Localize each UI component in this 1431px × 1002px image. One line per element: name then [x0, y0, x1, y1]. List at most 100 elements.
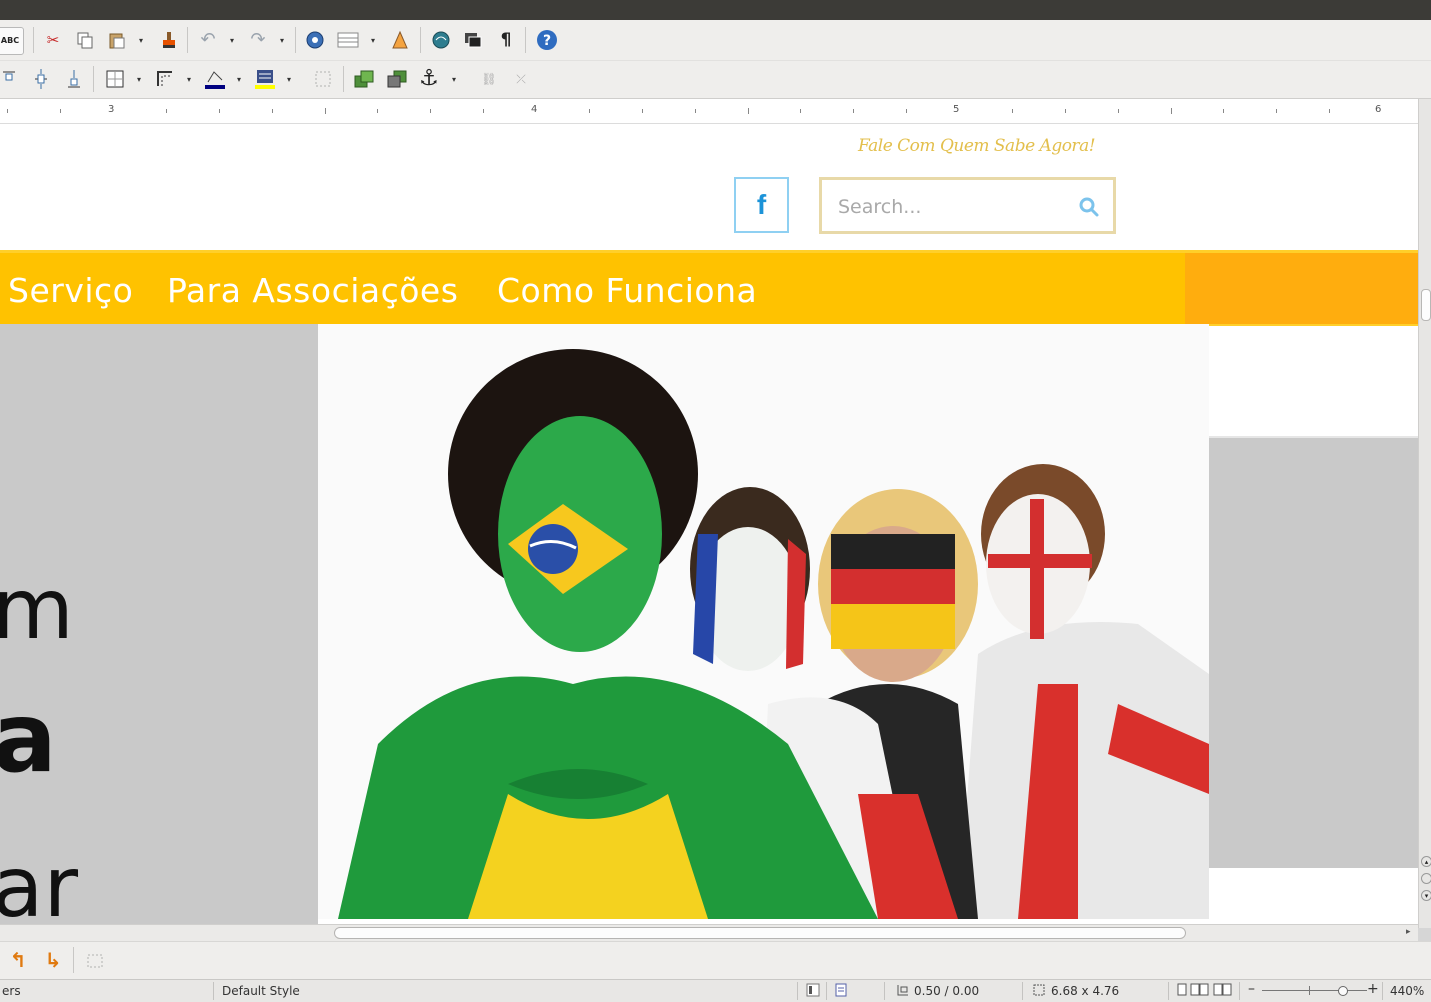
frame-icon[interactable]	[82, 947, 108, 973]
formatting-marks-icon[interactable]: ¶	[493, 27, 519, 53]
ruler-tick	[325, 108, 326, 114]
draw-functions-icon[interactable]	[387, 27, 413, 53]
facebook-icon: f	[756, 189, 767, 220]
border-style-dropdown-icon[interactable]: ▾	[185, 66, 193, 92]
help-icon[interactable]: ?	[534, 27, 560, 53]
spellcheck-icon[interactable]: ABC	[0, 27, 24, 55]
next-page-icon[interactable]: ▾	[1421, 890, 1431, 901]
borders-icon[interactable]	[102, 66, 128, 92]
bring-to-front-icon[interactable]	[351, 66, 377, 92]
align-bottom-icon[interactable]	[61, 66, 87, 92]
rotate-right-icon[interactable]: ↳	[40, 947, 66, 973]
table-icon[interactable]	[335, 27, 361, 53]
standard-toolbar: ABC ✂ ▾ ↶ ▾ ↷ ▾ ▾ ¶ ?	[0, 20, 1431, 61]
tagline: Fale Com Quem Sabe Agora!	[858, 136, 1096, 156]
data-sources-icon[interactable]	[460, 27, 486, 53]
separator	[884, 982, 885, 1000]
horizontal-ruler[interactable]: 3 4 5 6	[0, 99, 1418, 124]
ruler-tick	[1329, 109, 1330, 113]
undo-icon[interactable]: ↶	[195, 27, 221, 53]
undo-dropdown-icon[interactable]: ▾	[228, 27, 236, 53]
zoom-level[interactable]: 440%	[1390, 984, 1424, 998]
search-input[interactable]	[836, 193, 1070, 221]
zoom-in-icon[interactable]: +	[1367, 981, 1379, 997]
separator	[295, 27, 296, 53]
navigator-icon[interactable]	[302, 27, 328, 53]
svg-text:?: ?	[543, 33, 551, 49]
horizontal-scrollbar-thumb[interactable]	[334, 927, 1186, 939]
clone-formatting-icon[interactable]	[155, 27, 181, 53]
ruler-tick	[1118, 109, 1119, 113]
nav-item-servico[interactable]: Serviço	[8, 271, 133, 310]
send-to-back-icon[interactable]	[384, 66, 410, 92]
position-icon	[896, 983, 910, 1000]
unlink-frames-icon[interactable]: ⤫	[508, 66, 534, 92]
status-bar: ers Default Style 0.50 / 0.00 6.68 x 4.7…	[0, 979, 1431, 1002]
align-top-icon[interactable]	[0, 66, 22, 92]
vertical-scrollbar[interactable]: ▴ ▾	[1418, 99, 1431, 928]
page-side-white	[1209, 324, 1418, 436]
redo-dropdown-icon[interactable]: ▾	[278, 27, 286, 53]
scroll-right-icon[interactable]: ▸	[1406, 927, 1411, 937]
separator	[525, 27, 526, 53]
book-view-icon[interactable]	[1213, 983, 1233, 1000]
cut-icon[interactable]: ✂	[40, 27, 66, 53]
ruler-tick	[748, 108, 749, 114]
background-color-icon[interactable]	[252, 66, 278, 92]
separator	[797, 982, 798, 1000]
ruler-tick	[60, 109, 61, 113]
vertical-scrollbar-thumb[interactable]	[1421, 289, 1431, 321]
rotate-left-icon[interactable]: ↰	[5, 947, 31, 973]
search-icon[interactable]	[1077, 195, 1101, 219]
ruler-tick	[219, 109, 220, 113]
ruler-tick	[430, 109, 431, 113]
zoom-slider-handle[interactable]	[1338, 986, 1348, 996]
hero-photo	[318, 324, 1209, 919]
anchor-dropdown-icon[interactable]: ▾	[450, 66, 458, 92]
document-modified-icon[interactable]	[834, 983, 848, 1000]
navigation-icon[interactable]	[1421, 873, 1431, 884]
gallery-icon[interactable]	[428, 27, 454, 53]
fans-face-paint-image	[318, 324, 1209, 919]
copy-icon[interactable]	[72, 27, 98, 53]
line-color-dropdown-icon[interactable]: ▾	[235, 66, 243, 92]
zoom-slider-track[interactable]	[1262, 990, 1367, 991]
frame-toolbar: ▾ ▾ ▾ ▾ ⚓ ▾ ⛓ ⤫	[0, 61, 1431, 99]
anchor-icon[interactable]: ⚓	[416, 66, 442, 92]
line-color-icon[interactable]	[202, 66, 228, 92]
size-icon	[1032, 983, 1046, 1000]
nav-item-como-funciona[interactable]: Como Funciona	[497, 271, 757, 310]
window-title-bar	[0, 0, 1431, 20]
search-box[interactable]	[819, 177, 1116, 234]
zoom-out-icon[interactable]: –	[1248, 981, 1255, 997]
separator	[826, 982, 827, 1000]
separator	[1168, 982, 1169, 1000]
multi-page-view-icon[interactable]	[1190, 983, 1210, 1000]
align-center-icon[interactable]	[28, 66, 54, 92]
borders-dropdown-icon[interactable]: ▾	[135, 66, 143, 92]
ruler-tick	[642, 109, 643, 113]
ruler-tick	[1171, 108, 1172, 114]
paste-dropdown-icon[interactable]: ▾	[137, 27, 145, 53]
facebook-button[interactable]: f	[734, 177, 789, 233]
banner-text-line-2: a	[0, 682, 57, 794]
nav-item-para-associacoes[interactable]: Para Associações	[167, 271, 458, 310]
horizontal-scrollbar[interactable]: ▸	[0, 924, 1418, 941]
ruler-label: 3	[108, 104, 115, 115]
redo-icon[interactable]: ↷	[245, 27, 271, 53]
page-style[interactable]: Default Style	[222, 984, 300, 998]
background-color-dropdown-icon[interactable]: ▾	[285, 66, 293, 92]
link-frames-icon[interactable]: ⛓	[476, 66, 502, 92]
border-style-icon[interactable]	[152, 66, 178, 92]
table-dropdown-icon[interactable]: ▾	[369, 27, 377, 53]
previous-page-icon[interactable]: ▴	[1421, 856, 1431, 867]
separator	[213, 982, 214, 1000]
document-canvas[interactable]: Fale Com Quem Sabe Agora! f Serviço Para…	[0, 124, 1418, 928]
single-page-view-icon[interactable]	[1176, 983, 1188, 1000]
selection-mode-icon[interactable]	[806, 983, 820, 1000]
ruler-tick	[589, 109, 590, 113]
frame-properties-icon[interactable]	[310, 66, 336, 92]
ruler-label: 5	[953, 104, 960, 115]
paste-icon[interactable]	[104, 27, 130, 53]
nav-right-block	[1185, 253, 1418, 327]
